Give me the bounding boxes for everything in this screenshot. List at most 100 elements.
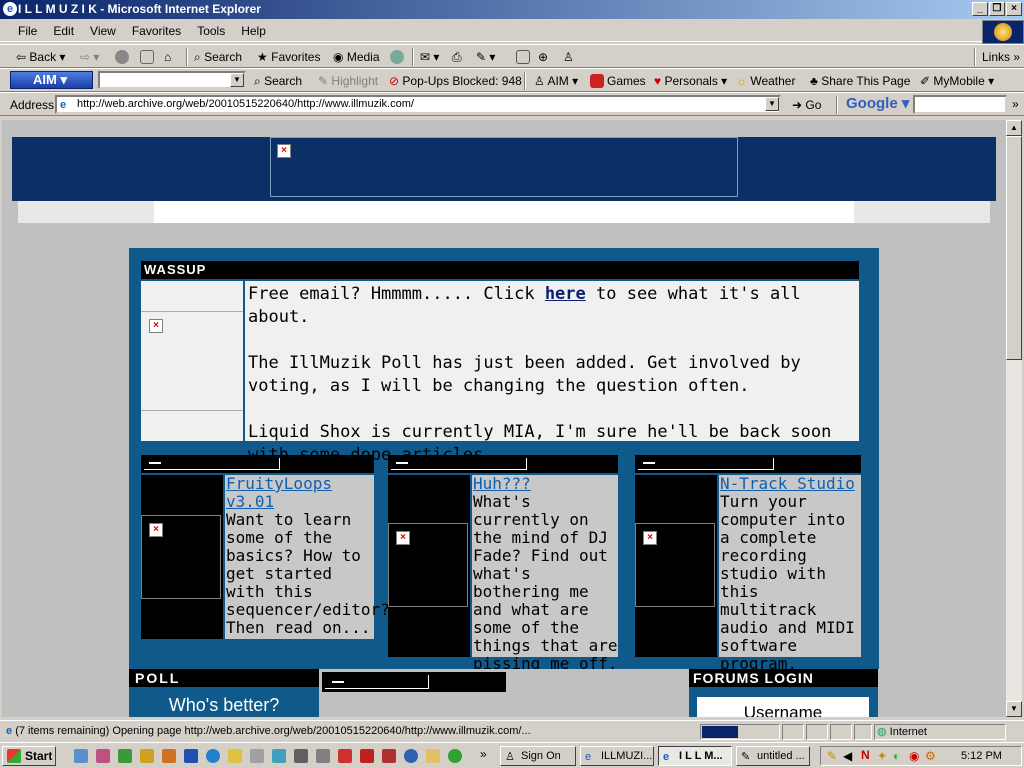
quicklaunch-icon[interactable] <box>140 749 154 763</box>
favorites-icon: ★ <box>257 50 268 64</box>
mail-button[interactable]: ✉ ▾ <box>420 49 439 65</box>
quicklaunch-icon[interactable] <box>294 749 308 763</box>
fruityloops-link[interactable]: FruityLoops v3.01 <box>226 475 374 511</box>
word-icon[interactable] <box>184 749 198 763</box>
close-button[interactable]: × <box>1006 2 1022 16</box>
taskbar-button-untitled[interactable]: ✎ untitled ... <box>736 746 810 766</box>
taskbar-button-illmuzik[interactable]: e ILLMUZI... <box>580 746 654 766</box>
quicklaunch-icon[interactable] <box>272 749 286 763</box>
huh-link[interactable]: Huh??? <box>473 475 618 493</box>
quicklaunch-icon[interactable] <box>448 749 462 763</box>
favorites-button[interactable]: ★ Favorites <box>257 49 320 65</box>
banner-ad[interactable]: × <box>270 137 738 197</box>
games-button[interactable]: Games <box>590 73 646 89</box>
page-icon: e <box>60 99 67 111</box>
ntrack-link[interactable]: N-Track Studio <box>720 475 861 493</box>
aim-search-button[interactable]: ⌕ Search <box>254 73 302 89</box>
tray-icon[interactable]: ◐ <box>893 749 900 763</box>
poll-question: Who's better? <box>129 687 319 717</box>
go-button[interactable]: ➜ Go <box>792 97 821 113</box>
google-search-input[interactable] <box>913 95 1007 114</box>
discuss-button[interactable] <box>516 49 533 65</box>
mail-icon: ✉ ▾ <box>420 50 440 64</box>
ie-icon: e <box>3 2 17 16</box>
aim-menu-button[interactable]: ♙ AIM ▾ <box>534 73 578 89</box>
broken-image-icon: × <box>149 523 163 537</box>
menu-tools[interactable]: Tools <box>189 20 233 42</box>
here-link[interactable]: here <box>545 284 586 304</box>
edit-button[interactable]: ✎ ▾ <box>476 49 495 65</box>
home-button[interactable]: ⌂ <box>164 49 171 65</box>
mymobile-button[interactable]: ✐ MyMobile ▾ <box>920 73 994 89</box>
aim-search-field[interactable]: ▼ <box>98 71 246 89</box>
history-button[interactable] <box>390 49 407 65</box>
forward-arrow-icon: ⇨ ▾ <box>80 50 100 64</box>
scroll-up-icon[interactable]: ▲ <box>1006 120 1022 136</box>
search-button[interactable]: ⌕ Search <box>194 49 242 65</box>
standard-toolbar: ⇦ Back ▾ ⇨ ▾ ⌂ ⌕ Search ★ Favorites ◉ Me… <box>0 44 1024 68</box>
personals-button[interactable]: ♥ Personals ▾ <box>654 73 727 89</box>
quicklaunch-icon[interactable] <box>96 749 110 763</box>
menu-bar: File Edit View Favorites Tools Help <box>0 20 1024 42</box>
ie-icon[interactable] <box>206 749 220 763</box>
column-image: × <box>141 475 223 639</box>
weather-button[interactable]: ☼ Weather <box>736 73 795 89</box>
forums-login-box: Username <box>689 687 878 717</box>
popups-blocked-button[interactable]: ⊘ Pop-Ups Blocked: 948 <box>389 73 522 89</box>
messenger-button[interactable]: ♙ <box>563 49 574 65</box>
block-icon: ⊘ <box>389 74 400 88</box>
print-button[interactable]: ⎙ <box>452 49 462 65</box>
highlight-button[interactable]: ✎ Highlight <box>318 73 378 89</box>
column-header <box>635 455 861 473</box>
chevron-down-icon[interactable]: ▼ <box>765 97 779 111</box>
tray-icon[interactable]: N <box>861 748 870 762</box>
quicklaunch-icon[interactable] <box>250 749 264 763</box>
quicklaunch-icon[interactable] <box>118 749 132 763</box>
tray-icon[interactable]: ⚙ <box>925 749 936 763</box>
stop-button[interactable] <box>115 49 132 65</box>
links-button[interactable]: Links » <box>982 49 1020 65</box>
tray-icon[interactable]: ✎ <box>827 749 837 763</box>
tray-icon[interactable]: ◉ <box>909 749 919 763</box>
tray-icon[interactable]: ✦ <box>877 749 887 763</box>
status-bar: e (7 items remaining) Opening page http:… <box>0 720 1024 742</box>
taskbar-button-illmuzik-active[interactable]: eI L L M... <box>658 746 732 766</box>
maximize-button[interactable]: ❐ <box>989 2 1005 16</box>
quicklaunch-icon[interactable] <box>74 749 88 763</box>
taskbar-button-signon[interactable]: ♙ Sign On <box>500 746 576 766</box>
back-button[interactable]: ⇦ Back ▾ <box>16 49 65 65</box>
minimize-button[interactable]: _ <box>972 2 988 16</box>
share-page-button[interactable]: ♣ Share This Page <box>810 73 910 89</box>
menu-view[interactable]: View <box>82 20 124 42</box>
quicklaunch-icon[interactable] <box>360 749 374 763</box>
address-input[interactable]: e http://web.archive.org/web/20010515220… <box>55 95 781 114</box>
quicklaunch-icon[interactable] <box>382 749 396 763</box>
media-button[interactable]: ◉ Media <box>333 49 380 65</box>
quicklaunch-icon[interactable] <box>426 749 440 763</box>
quicklaunch-icon[interactable] <box>338 749 352 763</box>
scroll-down-icon[interactable]: ▼ <box>1006 701 1022 717</box>
aim-button[interactable]: AIM ▾ <box>10 71 93 89</box>
quicklaunch-icon[interactable] <box>316 749 330 763</box>
menu-help[interactable]: Help <box>233 20 274 42</box>
forward-button[interactable]: ⇨ ▾ <box>80 49 99 65</box>
google-button[interactable]: Google ▾ <box>846 96 909 112</box>
quicklaunch-icon[interactable] <box>404 749 418 763</box>
quicklaunch-icon[interactable] <box>162 749 176 763</box>
aim-toolbar: AIM ▾ ▼ ⌕ Search ✎ Highlight ⊘ Pop-Ups B… <box>0 68 1024 92</box>
folder-icon[interactable] <box>228 749 242 763</box>
menu-favorites[interactable]: Favorites <box>124 20 189 42</box>
taskbar: Start » ♙ Sign On e ILLMUZI... eI L L M...… <box>0 742 1024 768</box>
research-button[interactable]: ⊕ <box>538 49 548 65</box>
progress-bar-fill <box>702 726 738 738</box>
menu-file[interactable]: File <box>10 20 45 42</box>
menu-edit[interactable]: Edit <box>45 20 82 42</box>
vertical-scrollbar[interactable]: ▲ ▼ <box>1006 120 1022 717</box>
start-button[interactable]: Start <box>2 746 56 766</box>
volume-icon[interactable]: ◀ <box>843 749 852 763</box>
back-arrow-icon: ⇦ <box>16 50 27 64</box>
refresh-button[interactable] <box>140 49 157 65</box>
overflow-chevron-icon[interactable]: » <box>1012 96 1019 112</box>
quicklaunch-overflow-icon[interactable]: » <box>480 747 487 761</box>
scroll-thumb[interactable] <box>1006 136 1022 360</box>
